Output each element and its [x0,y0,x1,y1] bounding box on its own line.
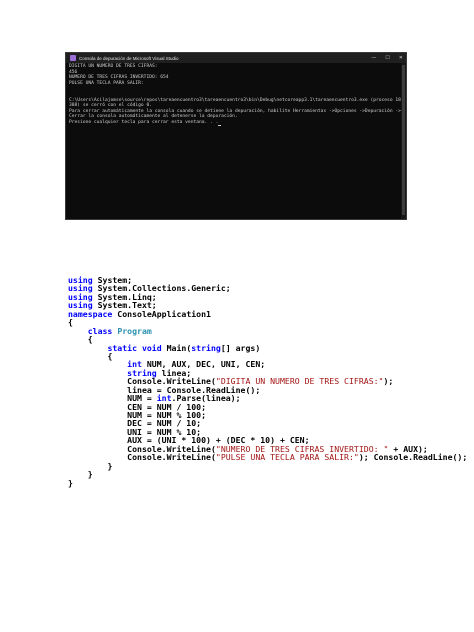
code-line: } [68,460,467,471]
code-token: ConsoleApplication1 [112,308,211,319]
code-token: Main( [161,342,192,353]
console-output[interactable]: DIGITA UN NUMERO DE TRES CIFRAS: 456 NUMER… [66,63,406,126]
code-line: class Program [68,325,467,336]
code-token: } [87,469,93,480]
code-line: Console.WriteLine("PULSE UNA TECLA PARA … [68,453,467,461]
code-line: } [68,470,467,478]
console-line: Presione cualquier tecla para cerrar est… [69,120,403,126]
visual-studio-icon [70,55,76,61]
code-token: } [107,460,113,471]
close-icon[interactable]: ✕ [399,55,403,61]
console-window: Consola de depuración de Microsoft Visua… [65,52,407,220]
console-title: Consola de depuración de Microsoft Visua… [79,55,179,61]
code-token: ); Console.ReadLine(); [358,452,468,463]
text-cursor [218,124,222,126]
code-token: } [68,477,73,488]
scrollbar-thumb[interactable] [402,65,405,215]
code-line: } [68,477,467,488]
minimize-icon[interactable]: — [371,55,376,61]
console-scrollbar[interactable] [401,63,406,219]
maximize-icon[interactable]: ☐ [385,55,389,61]
code-token: string [191,342,221,353]
code-token: "PULSE UNA TECLA PARA SALIR:" [215,452,359,463]
code-token: Program [117,325,152,336]
code-token: void [141,342,162,353]
code-token: [] args) [220,342,261,353]
window-controls: — ☐ ✕ [371,53,403,63]
code-line: static void Main(string[] args) [68,342,467,353]
code-token: Console.WriteLine( [127,452,216,463]
code-token: namespace [68,308,113,319]
console-titlebar[interactable]: Consola de depuración de Microsoft Visua… [66,53,406,63]
code-token: ); [383,376,394,387]
code-listing: using System; using System.Collections.Ge… [68,276,467,487]
code-line: namespace ConsoleApplication1 [68,310,467,318]
